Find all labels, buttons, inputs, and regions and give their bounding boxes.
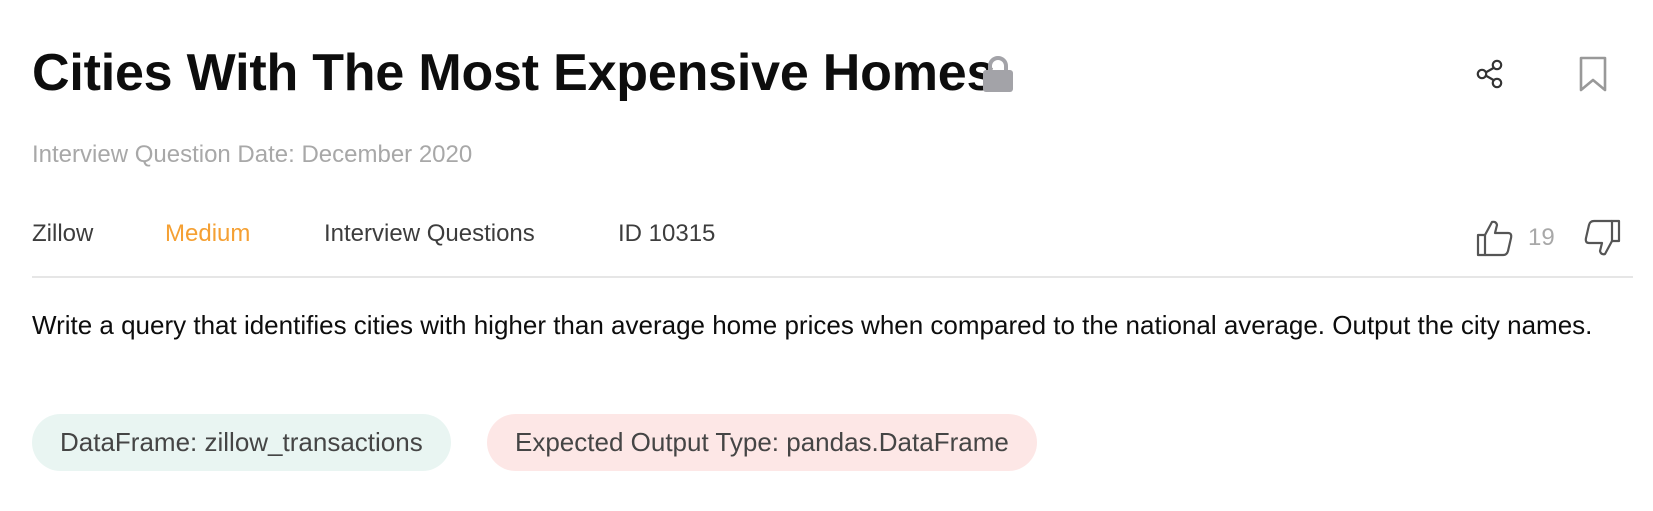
company-link[interactable]: Zillow (32, 214, 93, 254)
meta-row: Zillow Medium Interview Questions ID 103… (32, 214, 1621, 264)
page-title: Cities With The Most Expensive Homes (32, 44, 996, 102)
category-link[interactable]: Interview Questions (324, 214, 535, 254)
difficulty-link[interactable]: Medium (165, 214, 250, 254)
lock-icon (983, 56, 1013, 92)
question-page: Cities With The Most Expensive Homes Int… (0, 0, 1653, 511)
title-row: Cities With The Most Expensive Homes (32, 38, 1621, 108)
interview-date: Interview Question Date: December 2020 (32, 141, 473, 168)
question-description: Write a query that identifies cities wit… (32, 310, 1593, 340)
dataframe-tag[interactable]: DataFrame: zillow_transactions (32, 414, 451, 471)
output-type-tag: Expected Output Type: pandas.DataFrame (487, 414, 1037, 471)
question-id: ID 10315 (618, 220, 716, 247)
thumbs-up-icon[interactable] (1475, 218, 1515, 258)
share-icon[interactable] (1475, 58, 1505, 90)
divider (32, 276, 1633, 278)
bookmark-icon[interactable] (1578, 56, 1608, 92)
vote-count: 19 (1528, 224, 1555, 251)
thumbs-down-icon[interactable] (1582, 218, 1622, 258)
